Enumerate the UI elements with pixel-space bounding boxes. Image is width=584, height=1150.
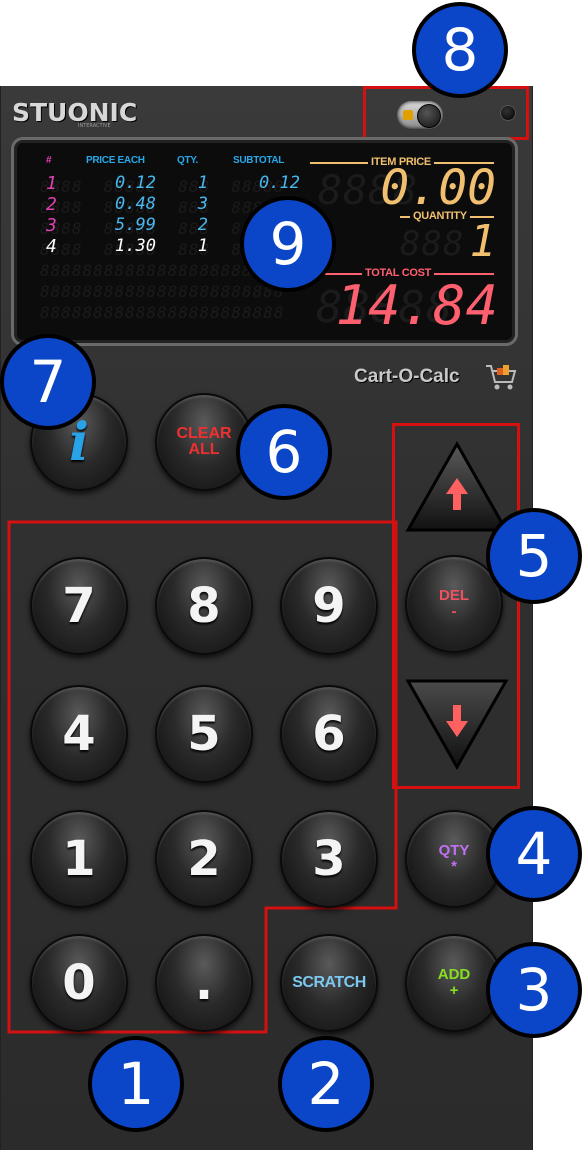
callout-8: 8: [412, 2, 508, 98]
key-7-label: 7: [62, 578, 96, 634]
key-decimal[interactable]: .: [155, 934, 253, 1032]
key-2[interactable]: 2: [155, 810, 253, 908]
key-6[interactable]: 6: [280, 685, 378, 783]
callout-6: 6: [236, 404, 332, 500]
callout-4: 4: [486, 806, 582, 902]
key-8[interactable]: 8: [155, 557, 253, 655]
key-4-label: 4: [62, 706, 96, 762]
key-0-label: 0: [62, 955, 96, 1011]
key-6-label: 6: [312, 706, 346, 762]
key-7[interactable]: 7: [30, 557, 128, 655]
key-4[interactable]: 4: [30, 685, 128, 783]
callout-1: 1: [88, 1036, 184, 1132]
key-1-label: 1: [62, 831, 96, 887]
scratch-button[interactable]: SCRATCH: [280, 934, 378, 1032]
key-9[interactable]: 9: [280, 557, 378, 655]
key-9-label: 9: [312, 578, 346, 634]
key-8-label: 8: [187, 578, 221, 634]
callout-9: 9: [240, 196, 336, 292]
scratch-label: SCRATCH: [292, 974, 366, 991]
key-0[interactable]: 0: [30, 934, 128, 1032]
key-5-label: 5: [187, 706, 221, 762]
callout-5: 5: [486, 508, 582, 604]
callout-3: 3: [486, 942, 582, 1038]
add-label: ADD +: [437, 966, 471, 999]
key-2-label: 2: [187, 831, 221, 887]
key-3-label: 3: [312, 831, 346, 887]
callout-7: 7: [0, 334, 96, 430]
key-3[interactable]: 3: [280, 810, 378, 908]
callout-2: 2: [278, 1036, 374, 1132]
key-decimal-label: .: [194, 955, 214, 1011]
key-5[interactable]: 5: [155, 685, 253, 783]
del-label: DEL -: [439, 587, 469, 620]
down-arrow-button[interactable]: [404, 675, 510, 771]
key-1[interactable]: 1: [30, 810, 128, 908]
up-arrow-button[interactable]: [404, 440, 510, 536]
qty-label: QTY *: [438, 842, 470, 875]
